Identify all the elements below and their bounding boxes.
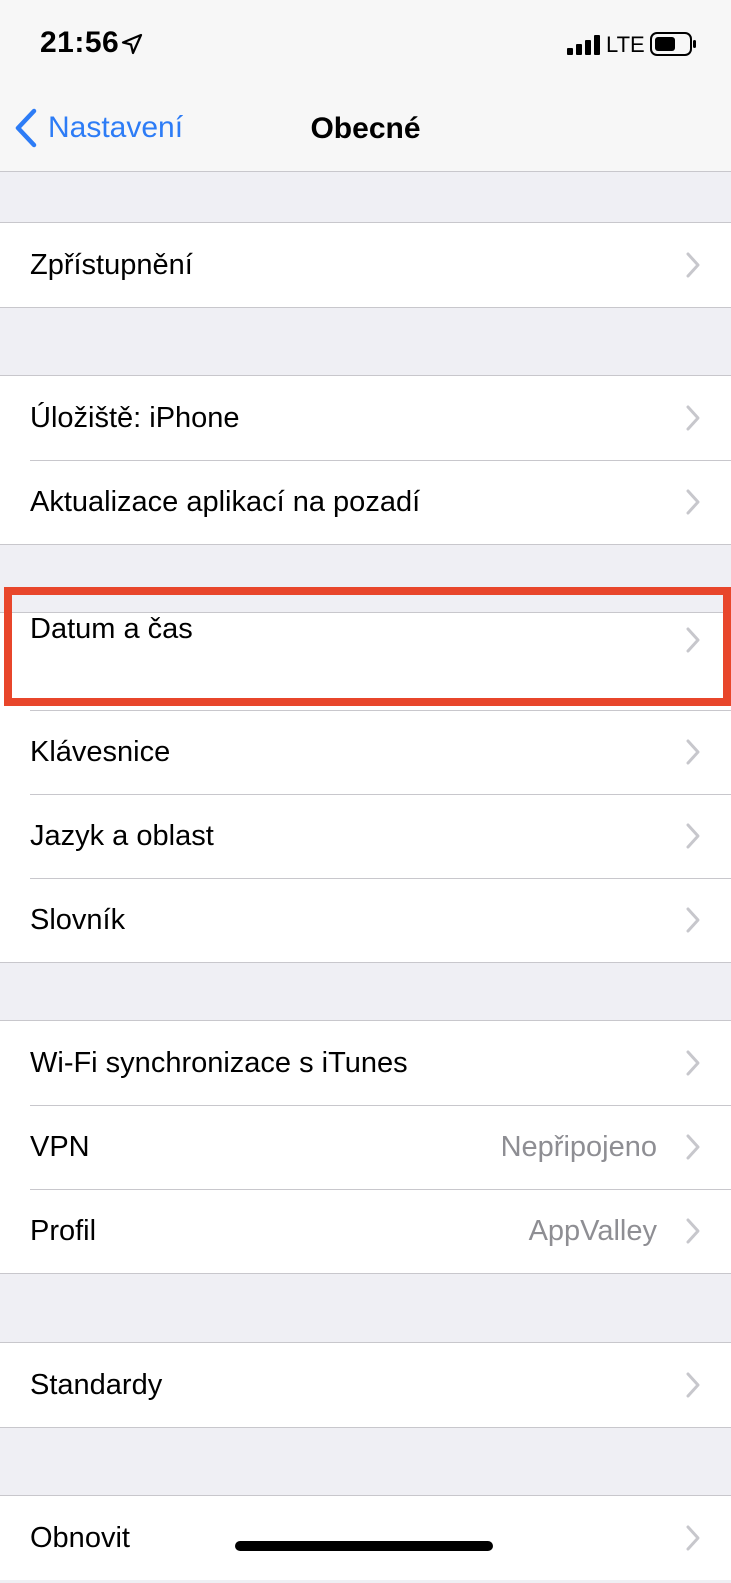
chevron-right-icon [686, 1050, 700, 1076]
row-label: Klávesnice [30, 735, 171, 768]
settings-group-accessibility: Zpřístupnění [0, 222, 731, 308]
back-button[interactable]: Nastavení [14, 106, 183, 150]
settings-row-itunes-wifi-sync[interactable]: Wi-Fi synchronizace s iTunes [0, 1021, 731, 1105]
settings-row-reset[interactable]: Obnovit [0, 1496, 731, 1580]
chevron-right-icon [686, 405, 700, 431]
home-indicator[interactable] [235, 1541, 493, 1551]
settings-row-accessibility[interactable]: Zpřístupnění [0, 223, 731, 307]
settings-row-language-region[interactable]: Jazyk a oblast [0, 794, 731, 878]
row-label: Slovník [30, 903, 126, 936]
settings-row-background-app-refresh[interactable]: Aktualizace aplikací na pozadí [0, 460, 731, 544]
settings-group-reset: Obnovit [0, 1495, 731, 1580]
settings-row-storage[interactable]: Úložiště: iPhone [0, 376, 731, 460]
settings-group-regional: Datum a čas Klávesnice Jazyk a oblast Sl… [0, 612, 731, 963]
location-arrow-icon [121, 33, 143, 55]
settings-row-dictionary[interactable]: Slovník [0, 878, 731, 962]
row-label: Datum a čas [30, 613, 193, 645]
row-label: Zpřístupnění [30, 248, 193, 281]
chevron-right-icon [686, 1525, 700, 1551]
chevron-left-icon [15, 108, 37, 148]
row-label: VPN [30, 1130, 90, 1163]
chevron-right-icon [686, 907, 700, 933]
chevron-right-icon [686, 1134, 700, 1160]
settings-row-date-time[interactable]: Datum a čas [0, 613, 731, 667]
chevron-right-icon [686, 1218, 700, 1244]
settings-group-storage: Úložiště: iPhone Aktualizace aplikací na… [0, 375, 731, 545]
chevron-right-icon [686, 823, 700, 849]
row-label: Jazyk a oblast [30, 819, 214, 852]
status-bar: 21:56 LTE [0, 0, 731, 88]
row-label: Profil [30, 1214, 97, 1247]
back-button-label: Nastavení [48, 111, 184, 144]
settings-row-keyboard[interactable]: Klávesnice [0, 710, 731, 794]
row-label: Obnovit [30, 1521, 130, 1554]
battery-icon [650, 32, 696, 56]
settings-general-screen: 21:56 LTE Obecné Nastavení Zpřístupnění … [0, 0, 731, 1583]
network-type-label: LTE [606, 32, 645, 57]
profile-value: AppValley [528, 1214, 657, 1247]
chevron-right-icon [686, 252, 700, 278]
row-label: Standardy [30, 1368, 163, 1401]
row-label: Wi-Fi synchronizace s iTunes [30, 1046, 408, 1079]
cellular-signal-icon [567, 35, 600, 55]
chevron-right-icon [686, 627, 700, 653]
row-label: Aktualizace aplikací na pozadí [30, 485, 421, 518]
settings-group-regulatory: Standardy [0, 1342, 731, 1428]
chevron-right-icon [686, 1372, 700, 1398]
status-time: 21:56 [40, 26, 120, 59]
chevron-right-icon [686, 739, 700, 765]
chevron-right-icon [686, 489, 700, 515]
settings-row-vpn[interactable]: VPN Nepřipojeno [0, 1105, 731, 1189]
settings-row-profile[interactable]: Profil AppValley [0, 1189, 731, 1273]
settings-row-regulatory[interactable]: Standardy [0, 1343, 731, 1427]
row-label: Úložiště: iPhone [30, 401, 240, 434]
settings-group-connectivity: Wi-Fi synchronizace s iTunes VPN Nepřipo… [0, 1020, 731, 1274]
vpn-status-value: Nepřipojeno [500, 1130, 657, 1163]
navigation-bar: Obecné Nastavení [0, 88, 731, 172]
